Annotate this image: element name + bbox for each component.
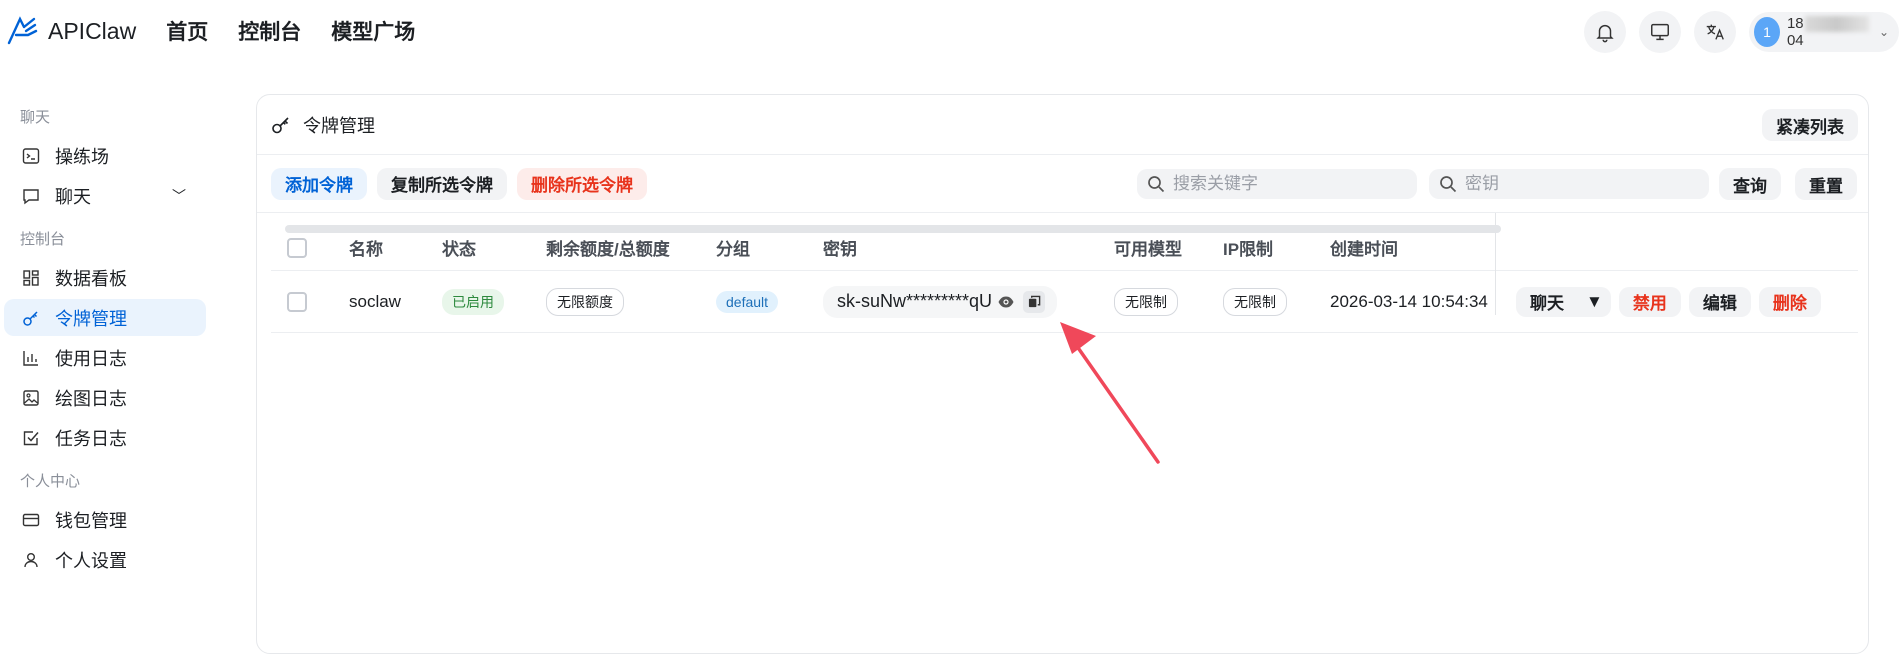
sidebar-item-settings[interactable]: 个人设置 xyxy=(4,541,206,578)
search-icon xyxy=(1440,176,1457,193)
quota-tag: 无限额度 xyxy=(546,287,624,316)
compact-list-button[interactable]: 紧凑列表 xyxy=(1762,109,1858,141)
reset-button[interactable]: 重置 xyxy=(1795,168,1857,200)
key-icon xyxy=(272,116,289,133)
terminal-icon xyxy=(22,147,40,164)
sidebar-item-label: 操练场 xyxy=(55,146,109,167)
top-right-actions: 1 1804 ⌄ xyxy=(1584,11,1899,53)
copy-icon xyxy=(1028,295,1040,308)
col-quota: 剩余额度/总额度 xyxy=(546,240,670,259)
monitor-icon xyxy=(1651,23,1669,41)
eye-icon[interactable] xyxy=(997,293,1015,311)
row-actions: 聊天 ▼ 禁用 编辑 删除 xyxy=(1516,286,1829,317)
notification-button[interactable] xyxy=(1584,11,1626,53)
user-name: 1804 xyxy=(1787,15,1873,49)
toolbar: 添加令牌 复制所选令牌 删除所选令牌 查询 重置 xyxy=(257,155,1868,213)
ip-tag: 无限制 xyxy=(1223,287,1287,316)
sidebar-item-label: 钱包管理 xyxy=(55,510,127,531)
sidebar-item-token-management[interactable]: 令牌管理 xyxy=(4,299,206,336)
group-tag: default xyxy=(716,290,779,313)
keyword-search-input[interactable] xyxy=(1173,174,1403,194)
col-models: 可用模型 xyxy=(1114,240,1182,259)
sidebar: 聊天 操练场 聊天 ﹀ 控制台 数据看板 令牌管理 使用日志 绘图日志 任务日志… xyxy=(0,62,210,636)
sidebar-group-chat: 聊天 xyxy=(20,109,51,126)
sidebar-item-label: 任务日志 xyxy=(55,428,127,449)
top-nav: 首页 控制台 模型广场 xyxy=(166,16,445,46)
delete-selected-button[interactable]: 删除所选令牌 xyxy=(517,167,647,200)
col-key: 密钥 xyxy=(823,240,857,259)
search-icon xyxy=(1148,176,1165,193)
col-created: 创建时间 xyxy=(1330,240,1398,259)
brand[interactable]: APIClaw xyxy=(6,15,136,47)
image-icon xyxy=(23,389,39,406)
redacted-blur xyxy=(1804,16,1869,33)
bell-icon xyxy=(1596,24,1614,43)
sidebar-item-dashboard[interactable]: 数据看板 xyxy=(4,259,206,296)
copy-selected-button[interactable]: 复制所选令牌 xyxy=(377,167,507,200)
copy-key-button[interactable] xyxy=(1023,290,1046,313)
horizontal-scrollbar[interactable] xyxy=(285,225,1501,233)
sidebar-item-label: 绘图日志 xyxy=(55,388,127,409)
sidebar-item-chat[interactable]: 聊天 ﹀ xyxy=(4,177,206,214)
select-all-checkbox[interactable] xyxy=(287,237,307,258)
brand-name: APIClaw xyxy=(48,17,137,44)
sidebar-item-label: 个人设置 xyxy=(55,550,127,571)
sidebar-item-label: 令牌管理 xyxy=(55,308,127,329)
status-badge: 已启用 xyxy=(442,288,504,315)
edit-button[interactable]: 编辑 xyxy=(1688,286,1751,317)
sidebar-item-playground[interactable]: 操练场 xyxy=(4,137,206,174)
sidebar-item-label: 数据看板 xyxy=(55,268,127,289)
logo-icon xyxy=(7,16,38,45)
sidebar-item-label: 聊天 xyxy=(55,186,91,207)
top-bar: APIClaw 首页 控制台 模型广场 1 1804 ⌄ xyxy=(0,0,1899,62)
nav-home[interactable]: 首页 xyxy=(166,16,208,46)
token-name: soclaw xyxy=(349,291,401,311)
key-search-input[interactable] xyxy=(1465,174,1695,194)
user-icon xyxy=(24,552,38,567)
add-token-button[interactable]: 添加令牌 xyxy=(271,167,367,200)
sidebar-item-drawing-log[interactable]: 绘图日志 xyxy=(4,379,206,416)
col-name: 名称 xyxy=(349,240,383,259)
sidebar-group-console: 控制台 xyxy=(20,231,66,248)
col-group: 分组 xyxy=(716,240,750,259)
row-checkbox[interactable] xyxy=(287,291,307,312)
col-status: 状态 xyxy=(442,240,476,259)
key-icon xyxy=(23,310,38,326)
card-header: 令牌管理 紧凑列表 xyxy=(257,95,1868,155)
disable-button[interactable]: 禁用 xyxy=(1618,286,1681,317)
chevron-down-icon: ⌄ xyxy=(1878,25,1889,39)
translate-icon xyxy=(1706,24,1724,40)
chat-button[interactable]: 聊天 xyxy=(1516,286,1578,317)
dashboard-icon xyxy=(23,269,39,286)
bar-chart-icon xyxy=(23,350,38,366)
token-key-text: sk-suNw*********qU xyxy=(837,291,993,311)
avatar: 1 xyxy=(1754,17,1780,47)
language-button[interactable] xyxy=(1694,11,1736,53)
query-button[interactable]: 查询 xyxy=(1719,168,1781,200)
key-search[interactable] xyxy=(1429,169,1709,199)
sidebar-item-label: 使用日志 xyxy=(55,348,127,369)
sidebar-item-wallet[interactable]: 钱包管理 xyxy=(4,501,206,538)
page-title: 令牌管理 xyxy=(303,115,375,136)
chat-dropdown-button[interactable]: ▼ xyxy=(1578,286,1611,317)
checkbox-icon xyxy=(23,430,39,445)
display-button[interactable] xyxy=(1639,11,1681,53)
chevron-down-icon: ﹀ xyxy=(172,187,186,204)
annotation-arrow xyxy=(1060,322,1160,464)
nav-model-square[interactable]: 模型广场 xyxy=(331,16,415,46)
sidebar-item-usage-log[interactable]: 使用日志 xyxy=(4,339,206,376)
sidebar-group-personal: 个人中心 xyxy=(20,473,81,490)
keyword-search[interactable] xyxy=(1137,169,1417,199)
caret-down-icon: ▼ xyxy=(1586,291,1603,311)
token-key: sk-suNw*********qU xyxy=(823,285,1058,318)
col-ip: IP限制 xyxy=(1223,240,1274,259)
delete-button[interactable]: 删除 xyxy=(1758,286,1821,317)
created-time: 2026-03-14 10:54:34 xyxy=(1330,291,1488,311)
user-menu[interactable]: 1 1804 ⌄ xyxy=(1749,12,1899,52)
sidebar-item-task-log[interactable]: 任务日志 xyxy=(4,419,206,456)
nav-console[interactable]: 控制台 xyxy=(238,16,301,46)
wallet-icon xyxy=(22,513,40,526)
chat-icon xyxy=(23,188,39,204)
